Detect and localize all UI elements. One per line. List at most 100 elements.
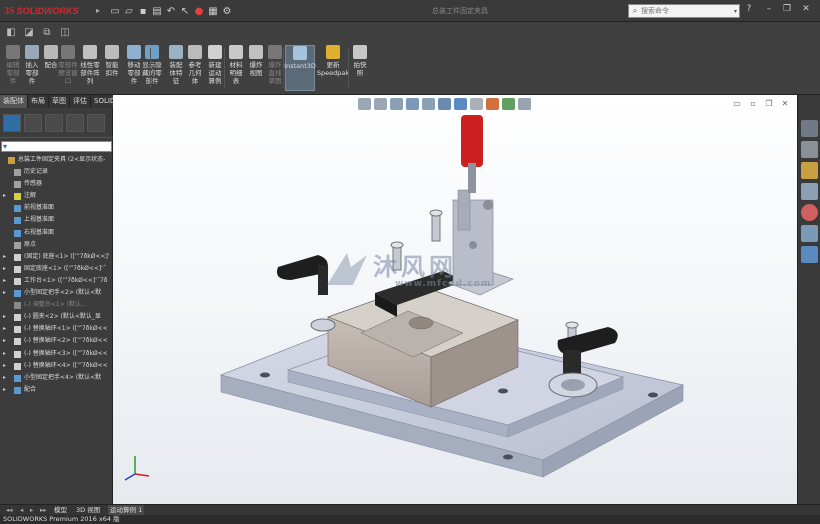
edit-component-label: 编辑 零部 件 — [6, 61, 20, 85]
component-preview-label: 零部件 预览窗 口 — [58, 61, 78, 85]
expand-arrow-icon[interactable]: ▸ — [3, 348, 6, 360]
file-explorer-icon[interactable] — [801, 162, 818, 179]
expand-arrow-icon[interactable]: ▸ — [3, 384, 6, 396]
new-document-icon[interactable]: ▭ — [108, 6, 122, 17]
tab-0[interactable]: 装配体 — [0, 95, 28, 108]
options-gear-icon[interactable]: ⚙ — [220, 6, 234, 17]
tree-item[interactable]: ▸ 小型固定把手<4> (默认<默 — [0, 372, 113, 384]
tree-item[interactable]: 历史记录 — [0, 166, 113, 178]
search-commands[interactable]: ⌕ ▾ — [628, 4, 740, 18]
expand-arrow-icon[interactable]: ▸ — [3, 275, 6, 287]
tree-item[interactable]: ▸ 工作台<1> (['”7ðkØ<<]'˝7ð — [0, 275, 113, 287]
expand-arrow-icon[interactable]: ▸ — [3, 287, 6, 299]
open-icon[interactable]: ▱ — [122, 6, 136, 17]
take-snapshot-button[interactable]: 拍快 照 — [350, 45, 370, 93]
tree-node-icon — [14, 205, 21, 213]
tree-item[interactable]: ▸ (固定) 底座<1> (['”7ðkØ<<]' — [0, 251, 113, 263]
appearances-icon[interactable] — [801, 204, 818, 221]
undo-icon[interactable]: ↶ — [164, 6, 178, 17]
exploded-view-button[interactable]: 爆炸 视图 — [246, 45, 266, 93]
tree-node-icon — [14, 386, 21, 394]
tree-item[interactable]: ▸ (-) 替换轴环<4> (['”7ðkØ<< — [0, 360, 113, 372]
expand-arrow-icon[interactable]: ▸ — [3, 360, 6, 372]
smart-fasteners-button[interactable]: 智能 扣件 — [102, 45, 122, 93]
assembly-feature-button[interactable]: 装配 体特 征 — [166, 45, 186, 93]
expand-arrow-icon[interactable]: ▸ — [3, 335, 6, 347]
explode-line-sketch-button[interactable]: 爆炸 直线 草图 — [265, 45, 285, 93]
tree-item[interactable]: ▸ 固定底座<1> (['”7ðkØ<<]'˝ — [0, 263, 113, 275]
ribbon-separator — [224, 48, 225, 88]
help-icon[interactable]: ? — [743, 4, 755, 14]
component-icon[interactable]: ◧ — [3, 25, 19, 41]
tree-item[interactable]: 原点 — [0, 239, 113, 251]
tree-item[interactable]: ▸ (-) 替换轴环<2> (['”7ðkØ<< — [0, 335, 113, 347]
solidworks-forum-icon[interactable] — [801, 246, 818, 263]
instant3d-button[interactable]: Instant3D — [284, 45, 316, 91]
watermark-logo-icon — [327, 253, 367, 285]
design-library-icon[interactable] — [801, 141, 818, 158]
edit-component-button[interactable]: 编辑 零部 件 — [3, 45, 23, 93]
linear-pattern-button[interactable]: 线性零 部件阵 列 — [80, 45, 100, 93]
clamp-red-handle[interactable] — [461, 115, 483, 167]
minimize-icon[interactable]: – — [763, 4, 775, 14]
new-motion-study-button[interactable]: 新建 运动 算例 — [205, 45, 225, 93]
tree-item[interactable]: 前视基准面 — [0, 202, 113, 214]
search-input[interactable] — [641, 7, 721, 15]
expand-arrow-icon[interactable]: ▸ — [3, 263, 6, 275]
display-manager-tab[interactable] — [87, 113, 105, 132]
tree-node-icon — [14, 290, 21, 298]
search-dropdown-icon[interactable]: ▾ — [734, 8, 739, 15]
component-preview-button[interactable]: 零部件 预览窗 口 — [58, 45, 78, 93]
print-icon[interactable]: ▤ — [150, 6, 164, 17]
smart-fasteners-icon — [105, 45, 119, 59]
hide-icon[interactable]: ◫ — [57, 25, 73, 41]
tree-item[interactable]: ▸ 小型固定把手<2> (默认<默 — [0, 287, 113, 299]
propertymanager-tab[interactable] — [24, 113, 42, 132]
tree-item-label: 上视基准面 — [24, 216, 55, 224]
insert-component-button[interactable]: 插入 零部 件 — [22, 45, 42, 93]
move-component-button[interactable]: 移动 零部 件 — [124, 45, 144, 93]
part-icon[interactable]: ◪ — [21, 25, 37, 41]
tab-1[interactable]: 布局 — [28, 95, 49, 108]
dimxpert-tab[interactable] — [66, 113, 84, 132]
expand-arrow-icon[interactable]: ▸ — [3, 323, 6, 335]
graphics-area[interactable]: ▭ ▫ ❐ ✕ 沐风网 www.mfcad.com — [113, 95, 797, 504]
save-icon[interactable]: ▪ — [136, 6, 150, 17]
tab-2[interactable]: 草图 — [49, 95, 70, 108]
tree-item[interactable]: 总装工件固定夹具 (2<显示状态- — [0, 154, 113, 166]
tree-item-label: 小型固定把手<4> (默认<默 — [24, 373, 102, 381]
expand-arrow-icon[interactable]: ▸ — [3, 190, 6, 202]
custom-properties-icon[interactable] — [801, 225, 818, 242]
tree-item[interactable]: ▸ 配合 — [0, 384, 113, 396]
tab-3[interactable]: 评估 — [70, 95, 91, 108]
tree-item[interactable]: ▸ (-) 替换轴环<3> (['”7ðkØ<< — [0, 348, 113, 360]
tree-item[interactable]: ▸ 注解 — [0, 190, 113, 202]
show-hidden-button[interactable]: 显示隐 藏的零 部件 — [142, 45, 162, 93]
tree-item[interactable]: 右视基准面 — [0, 227, 113, 239]
menu-expand-icon[interactable]: ▸ — [96, 6, 100, 15]
tree-item[interactable]: ▸ (-) 圆夹<2> (默认<默认_显 — [0, 311, 113, 323]
select-icon[interactable]: ↖ — [178, 6, 192, 17]
exploded-view-label: 爆炸 视图 — [249, 61, 263, 77]
rebuild-icon[interactable]: ● — [192, 6, 206, 17]
solidworks-logo[interactable]: 3S SOLIDWORKS — [4, 3, 94, 19]
solidworks-resources-icon[interactable] — [801, 120, 818, 137]
mirror-icon[interactable]: ⧉ — [39, 25, 55, 41]
configurationmanager-tab[interactable] — [45, 113, 63, 132]
view-palette-icon[interactable] — [801, 183, 818, 200]
file-properties-icon[interactable]: ▦ — [206, 6, 220, 17]
expand-arrow-icon[interactable]: ▸ — [3, 251, 6, 263]
reference-geometry-button[interactable]: 参考 几何 体 — [185, 45, 205, 93]
featuremanager-tab[interactable] — [3, 113, 21, 132]
tree-item[interactable]: ▸ (-) 替换轴环<1> (['”7ðkØ<< — [0, 323, 113, 335]
bill-of-materials-button[interactable]: 材料 明细 表 — [226, 45, 246, 93]
tree-filter[interactable]: ▾ — [1, 141, 112, 152]
tree-item[interactable]: 传感器 — [0, 178, 113, 190]
close-icon[interactable]: ✕ — [800, 4, 812, 14]
tree-item[interactable]: 上视基准面 — [0, 214, 113, 226]
expand-arrow-icon[interactable]: ▸ — [3, 372, 6, 384]
restore-icon[interactable]: ❐ — [781, 4, 793, 14]
expand-arrow-icon[interactable]: ▸ — [3, 311, 6, 323]
tree-item[interactable]: (-) 调整台<1> (默认... — [0, 299, 113, 311]
update-speedpak-button[interactable]: 更新 Speedpak — [317, 45, 349, 93]
